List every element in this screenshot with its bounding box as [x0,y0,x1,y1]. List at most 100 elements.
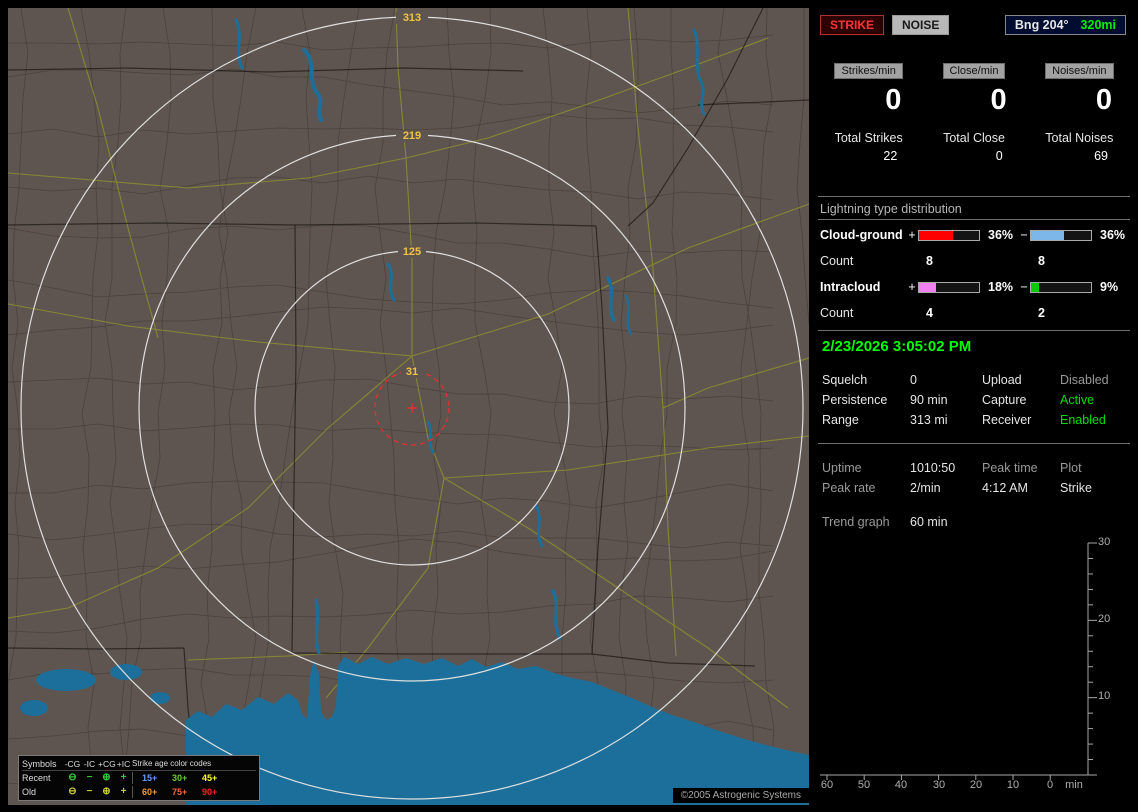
total-noises-label: Total Noises [1045,131,1114,145]
ring-label-31: 31 [406,366,418,378]
ic-positive-count: 4 [926,306,933,320]
x-tick-50: 50 [857,779,871,791]
legend-recent-label: Recent [22,773,51,783]
legend-symbols-header: Symbols [22,758,57,769]
divider [818,443,1130,444]
copyright-notice: ©2005 Astrogenic Systems [672,788,809,803]
range-label: Range [822,413,859,427]
neg-cg-icon: ⊖ [68,772,77,783]
total-noises-value: 69 [1094,149,1108,163]
pos-cg-icon: ⊕ [102,772,111,783]
ring-label-219: 219 [403,130,421,142]
legend-col-neg-ic: -IC [83,758,96,769]
neg-ic-icon: − [86,786,93,797]
session-stats-table: Uptime 1010:50 Peak time Plot Peak rate … [822,460,1130,496]
legend-separator [132,786,142,798]
distribution-title: Lightning type distribution [820,202,962,216]
lightning-distribution: Cloud-ground + 36% − 36% Count 8 8 Intra… [820,222,1130,326]
total-close-label: Total Close [943,131,1005,145]
ic-negative-count: 2 [1038,306,1045,320]
totals-label-row: Total Strikes Total Close Total Noises [816,131,1132,145]
total-close-value: 0 [995,149,1003,163]
legend-recent-row: Recent ⊖ − ⊕ + 15+ 30+ 45+ [22,771,256,785]
y-tick-30: 30 [1098,536,1111,548]
ic-positive-percent: 18% [988,280,1014,294]
cg-negative-gauge [1030,229,1092,241]
divider [818,219,1130,220]
persistence-value: 90 min [910,393,948,407]
cg-positive-gauge [918,229,980,241]
capture-status: Active [1060,393,1095,407]
legend-old-label: Old [22,787,37,797]
cloud-ground-label: Cloud-ground [820,228,903,242]
noises-per-min-value: 0 [1095,84,1112,116]
x-tick-40: 40 [894,779,908,791]
age-code-90: 90+ [202,787,218,797]
ring-label-125: 125 [403,246,421,258]
x-tick-20: 20 [969,779,983,791]
plus-sign: + [908,228,916,242]
neg-ic-icon: − [86,772,93,783]
ring-label-313: 313 [403,12,421,24]
peak-time-value: 4:12 AM [982,481,1028,495]
strike-mode-button[interactable]: STRIKE [820,15,885,35]
cg-positive-count: 8 [926,254,933,268]
rate-header-row: Strikes/min Close/min Noises/min [816,63,1132,79]
cg-negative-percent: 36% [1100,228,1126,242]
total-strikes-label: Total Strikes [834,131,903,145]
cg-positive-percent: 36% [988,228,1014,242]
receiver-status: Enabled [1060,413,1106,427]
trend-graph-row: Trend graph 60 min [822,514,1130,530]
receiver-label: Receiver [982,413,1032,427]
strike-symbol-legend: Symbols -CG -IC +CG +IC Strike age color… [18,755,260,801]
minus-sign: − [1020,228,1028,242]
count-label: Count [820,306,854,320]
pos-ic-icon: + [120,772,127,783]
x-tick-10: 10 [1006,779,1020,791]
divider [818,196,1130,197]
age-code-30: 30+ [172,773,188,783]
strikes-per-min-value: 0 [885,84,902,116]
trend-graph-window: 60 min [910,515,948,529]
legend-col-pos-cg: +CG [98,758,116,769]
peak-rate-value: 2/min [910,481,941,495]
neg-cg-icon: ⊖ [68,786,77,797]
persistence-label: Persistence [822,393,888,407]
map-svg: 313 219 125 31 [8,8,809,805]
strikes-per-min-header: Strikes/min [834,63,903,79]
plot-label: Plot [1060,461,1082,475]
range-value: 313 mi [910,413,948,427]
divider [818,330,1130,331]
rate-value-row: 0 0 0 [816,84,1132,117]
age-code-15: 15+ [142,773,158,783]
bearing-range-display: Bng 204° 320mi [1004,15,1126,35]
mode-toolbar: STRIKE NOISE Bng 204° 320mi [820,15,1126,35]
x-tick-60: 60 [820,779,834,791]
map-canvas[interactable]: 313 219 125 31 Symbols -CG -IC +CG +IC S… [8,8,809,805]
noise-mode-button[interactable]: NOISE [892,15,950,35]
legend-col-pos-ic: +IC [116,758,131,769]
ic-negative-percent: 9% [1100,280,1119,294]
age-code-60: 60+ [142,787,158,797]
uptime-label: Uptime [822,461,862,475]
age-code-45: 45+ [202,773,218,783]
capture-label: Capture [982,393,1027,407]
trend-chart-axes [820,542,1097,780]
squelch-label: Squelch [822,373,868,387]
minus-sign: − [1020,280,1028,294]
pos-cg-icon: ⊕ [102,786,111,797]
side-panel: STRIKE NOISE Bng 204° 320mi Strikes/min … [816,8,1132,805]
close-per-min-value: 0 [990,84,1007,116]
upload-status: Disabled [1060,373,1109,387]
y-tick-20: 20 [1098,613,1111,625]
age-code-75: 75+ [172,787,188,797]
legend-col-neg-cg: -CG [64,758,81,769]
plus-sign: + [908,280,916,294]
trend-chart: 30 20 10 60 50 40 30 20 10 0 min [818,536,1130,802]
squelch-value: 0 [910,373,917,387]
x-axis-unit: min [1065,779,1083,791]
legend-old-row: Old ⊖ − ⊕ + 60+ 75+ 90+ [22,785,256,799]
ic-positive-gauge-fill [919,282,936,292]
